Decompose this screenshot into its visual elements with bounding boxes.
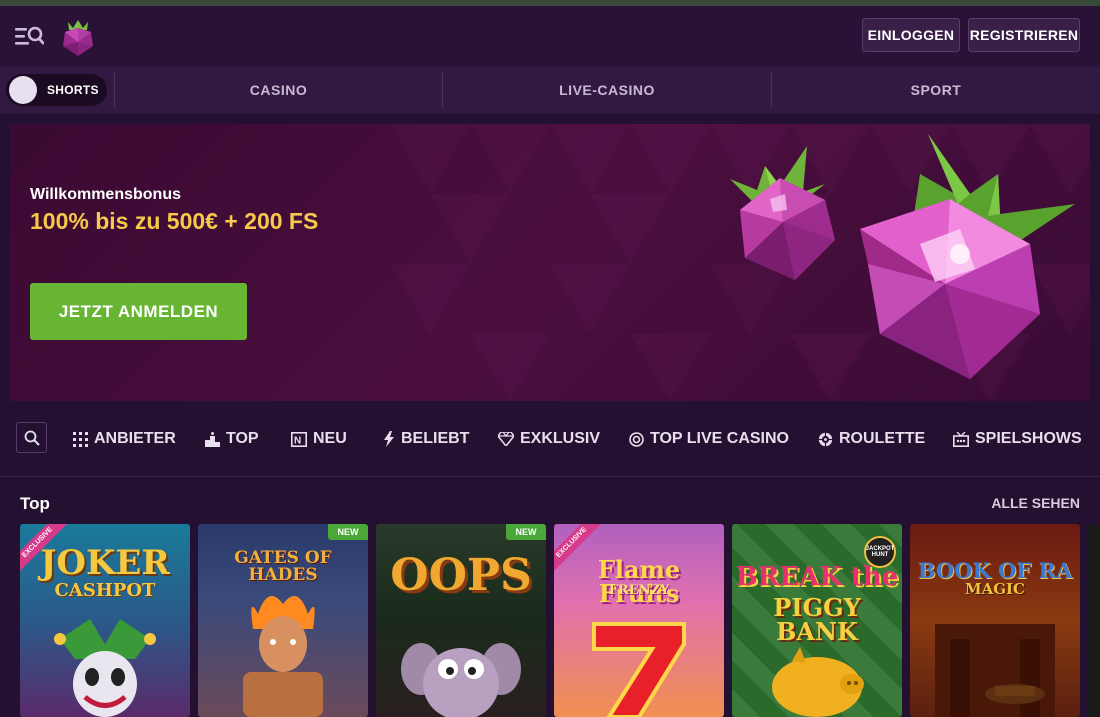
joker-face-icon <box>54 619 156 717</box>
shorts-toggle[interactable]: SHORTS <box>6 74 107 106</box>
raspberry-small-icon <box>730 146 835 280</box>
category-label: NEU <box>313 430 347 447</box>
diamond-icon <box>498 432 514 446</box>
seven-symbol-icon <box>592 622 686 717</box>
see-all-link[interactable]: ALLE SEHEN <box>991 495 1080 511</box>
category-label: ROULETTE <box>839 430 926 447</box>
elephant-character-icon <box>401 643 521 717</box>
new-badge: NEW <box>506 524 546 540</box>
search-icon <box>24 430 40 446</box>
game-subtitle: FRENZY <box>608 583 670 598</box>
bonus-label: Willkommensbonus <box>30 186 181 203</box>
signup-button[interactable]: JETZT ANMELDEN <box>30 283 247 340</box>
game-title: Flame Fruits <box>597 555 681 608</box>
tab-live-casino[interactable]: LIVE-CASINO <box>443 66 771 114</box>
game-title: GATES OF HADES <box>234 548 332 585</box>
game-title: BOOK OF RA <box>917 558 1073 583</box>
game-title: JOKER <box>40 543 170 583</box>
game-tile-oops[interactable]: NEW OOPS <box>376 524 546 717</box>
category-exklusiv[interactable]: EXKLUSIV <box>498 426 600 452</box>
category-label: TOP <box>226 430 259 447</box>
shorts-label: SHORTS <box>47 83 99 97</box>
new-icon: N <box>291 431 307 447</box>
category-label: ANBIETER <box>94 430 176 447</box>
game-subtitle: MAGIC <box>964 580 1025 598</box>
category-spielshows[interactable]: SPIELSHOWS <box>953 426 1082 452</box>
category-roulette[interactable]: ROULETTE <box>818 426 925 452</box>
menu-search-icon[interactable] <box>14 24 44 48</box>
category-beliebt[interactable]: BELIEBT <box>383 426 469 452</box>
game-tile-book-of-ra-magic[interactable]: BOOK OF RA MAGIC <box>910 524 1080 717</box>
game-title: OOPS <box>390 550 532 601</box>
category-top[interactable]: TOP <box>205 426 259 452</box>
raspberry-logo-icon[interactable] <box>60 16 96 58</box>
hades-character-icon <box>243 596 323 717</box>
login-button[interactable]: EINLOGGEN <box>862 18 960 52</box>
game-tile-gates-of-hades[interactable]: NEW GATES OF HADES <box>198 524 368 717</box>
tab-sport[interactable]: SPORT <box>772 66 1100 114</box>
piggy-bank-icon <box>772 647 864 717</box>
category-label: EXKLUSIV <box>520 430 601 447</box>
category-anbieter[interactable]: ANBIETER <box>73 426 176 452</box>
main-nav: SHORTS CASINO LIVE-CASINO SPORT <box>0 66 1100 114</box>
grid-icon <box>73 431 88 447</box>
category-label: TOP LIVE CASINO <box>650 430 789 447</box>
game-title: BREAK the <box>735 562 899 592</box>
tv-icon <box>953 431 969 447</box>
category-neu[interactable]: N NEU <box>291 426 347 452</box>
header: EINLOGGEN REGISTRIEREN <box>0 6 1100 66</box>
game-tile-flame-fruits-frenzy[interactable]: EXCLUSIVE Flame Fruits FRENZY <box>554 524 724 717</box>
category-label: BELIEBT <box>401 430 470 447</box>
raspberry-large-icon <box>860 134 1075 379</box>
bonus-amount: 100% bis zu 500€ + 200 FS <box>30 208 319 234</box>
podium-icon <box>205 431 220 447</box>
category-bar: ANBIETER TOP N NEU BELIEBT EXKLUSIV TOP … <box>0 418 1100 460</box>
game-tile-next-partial[interactable] <box>1088 524 1100 717</box>
toggle-knob <box>9 76 37 104</box>
section-divider <box>0 476 1100 477</box>
game-subtitle: CASHPOT <box>54 580 156 601</box>
tab-casino[interactable]: CASINO <box>115 66 442 114</box>
search-button[interactable] <box>16 422 47 453</box>
promo-banner[interactable]: Willkommensbonus 100% bis zu 500€ + 200 … <box>10 124 1090 401</box>
game-tile-break-the-piggy-bank[interactable]: JACKPOT HUNT BREAK the PIGGY BANK <box>732 524 902 717</box>
svg-text:N: N <box>294 435 301 446</box>
temple-explorer-icon <box>935 624 1055 717</box>
new-badge: NEW <box>328 524 368 540</box>
register-button[interactable]: REGISTRIEREN <box>968 18 1080 52</box>
category-top-live-casino[interactable]: TOP LIVE CASINO <box>629 426 789 452</box>
chip-icon <box>629 431 644 447</box>
section-title: Top <box>20 494 50 513</box>
category-label: SPIELSHOWS <box>975 430 1082 447</box>
game-tile-joker-cashpot[interactable]: EXCLUSIVE JOKER CASHPOT <box>20 524 190 717</box>
game-subtitle: PIGGY BANK <box>773 593 861 646</box>
roulette-icon <box>818 432 833 446</box>
lightning-icon <box>384 431 394 447</box>
